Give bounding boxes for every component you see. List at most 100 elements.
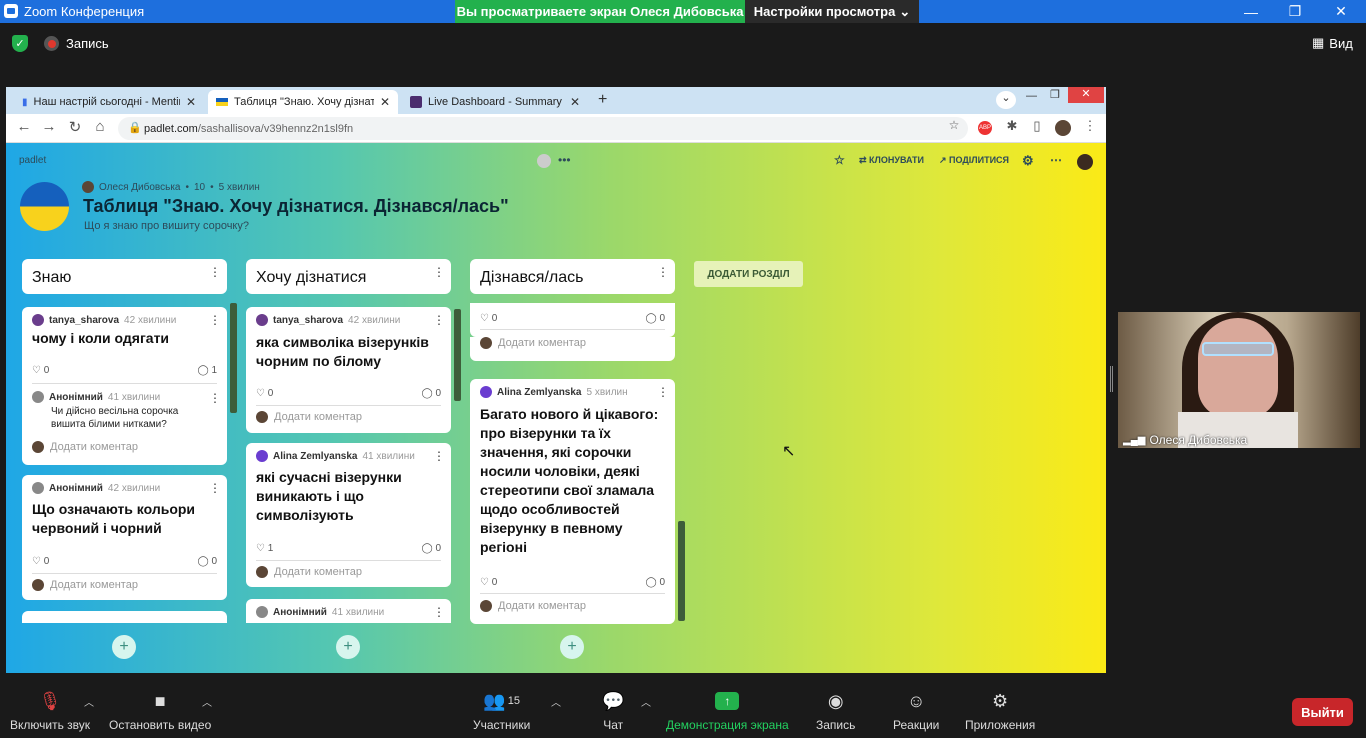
star-board-icon[interactable]: ☆ bbox=[834, 153, 845, 167]
add-comment-field[interactable]: Додати коментар bbox=[256, 566, 362, 578]
address-bar-row: ← → ↻ ⌂ 🔒 padlet.com/sashallisova/v39hen… bbox=[6, 114, 1106, 143]
share-screen-button[interactable]: ↑ Демонстрация экрана bbox=[666, 690, 789, 732]
like-button[interactable]: ♡ 0 bbox=[32, 556, 49, 567]
post-card[interactable]: tanya_sharova 42 хвилини ⋮ яка символіка … bbox=[246, 307, 451, 433]
add-comment-field[interactable]: Додати коментар bbox=[32, 441, 138, 453]
user-avatar[interactable] bbox=[1077, 154, 1093, 170]
participants-button[interactable]: 👥 15 Участники bbox=[473, 690, 530, 733]
author-avatar bbox=[82, 181, 94, 193]
browser-menu-icon[interactable]: ⋮ bbox=[1080, 118, 1100, 134]
post-card-partial[interactable] bbox=[22, 611, 227, 623]
post-card[interactable]: Alina Zemlyanska 5 хвилин ⋮ Багато нового… bbox=[470, 379, 675, 624]
minimize-icon[interactable]: — bbox=[1026, 90, 1037, 102]
unmute-button[interactable]: 🎙 Включить звук bbox=[10, 690, 90, 733]
post-menu-icon[interactable]: ⋮ bbox=[433, 449, 445, 463]
add-comment-field[interactable]: Додати коментар bbox=[480, 600, 586, 612]
like-button[interactable]: ♡ 1 bbox=[256, 543, 273, 554]
post-card-footer[interactable]: Додати коментар bbox=[470, 337, 675, 361]
post-card-partial[interactable]: ♡ 0 ◯ 0 bbox=[470, 303, 675, 337]
chat-options-caret-icon[interactable]: ︿ bbox=[641, 694, 651, 709]
profile-avatar[interactable] bbox=[1055, 120, 1071, 136]
maximize-icon[interactable]: ❐ bbox=[1050, 88, 1060, 101]
add-comment-field[interactable]: Додати коментар bbox=[480, 337, 586, 349]
post-card[interactable]: Анонімний 42 хвилини ⋮ Що означають кольо… bbox=[22, 475, 227, 600]
column-header-want[interactable]: Хочу дізнатися ⋮ bbox=[246, 259, 451, 294]
post-card[interactable]: Alina Zemlyanska 41 хвилини ⋮ які сучасні… bbox=[246, 443, 451, 587]
column-scrollbar[interactable] bbox=[678, 521, 685, 621]
record-button[interactable]: ◉ Запись bbox=[816, 690, 855, 733]
tab-padlet[interactable]: Таблиця "Знаю. Хочу дізнатися ✕ bbox=[208, 90, 398, 114]
stop-video-button[interactable]: ■ Остановить видео bbox=[109, 690, 211, 733]
settings-gear-icon[interactable]: ⚙ bbox=[1022, 153, 1034, 169]
post-menu-icon[interactable]: ⋮ bbox=[209, 313, 221, 327]
view-button[interactable]: ▦ Вид bbox=[1312, 35, 1353, 51]
padlet-logo[interactable]: padlet bbox=[19, 155, 46, 166]
home-icon[interactable]: ⌂ bbox=[90, 118, 110, 135]
post-card[interactable]: tanya_sharova 42 хвилини ⋮ чому і коли од… bbox=[22, 307, 227, 465]
post-menu-icon[interactable]: ⋮ bbox=[433, 605, 445, 619]
post-card[interactable]: Анонімний 41 хвилини ⋮ bbox=[246, 599, 451, 623]
padlet-board: padlet ••• ☆ ⇄ КЛОНУВАТИ ↗ ПОДІЛИТИСЯ ⚙ … bbox=[6, 143, 1106, 673]
column-header-learned[interactable]: Дізнався/лась ⋮ bbox=[470, 259, 675, 294]
more-options-icon[interactable]: ⋯ bbox=[1050, 153, 1062, 167]
participants-options-caret-icon[interactable]: ︿ bbox=[551, 694, 561, 709]
panel-resize-handle[interactable] bbox=[1110, 366, 1113, 392]
like-button[interactable]: ♡ 0 bbox=[32, 365, 49, 376]
like-button[interactable]: ♡ 0 bbox=[480, 313, 497, 324]
close-tab-icon[interactable]: ✕ bbox=[186, 95, 196, 109]
post-stats: ♡ 0 ◯ 1 bbox=[32, 365, 217, 376]
adblock-icon[interactable]: ABP bbox=[978, 121, 992, 135]
reload-icon[interactable]: ↻ bbox=[65, 118, 85, 136]
share-board-button[interactable]: ↗ ПОДІЛИТИСЯ bbox=[939, 155, 1009, 166]
tab-search-icon[interactable]: ⌄ bbox=[996, 91, 1016, 109]
tab-mentimeter[interactable]: ▮ Наш настрій сьогодні - Mentime ✕ bbox=[14, 90, 204, 114]
column-menu-icon[interactable]: ⋮ bbox=[657, 265, 669, 279]
leave-button[interactable]: Выйти bbox=[1292, 698, 1353, 726]
close-button[interactable]: ✕ bbox=[1318, 0, 1364, 23]
add-comment-field[interactable]: Додати коментар bbox=[256, 411, 362, 423]
tab-live-dashboard[interactable]: Live Dashboard - Summary ✕ bbox=[402, 90, 588, 114]
video-options-caret-icon[interactable]: ︿ bbox=[202, 694, 212, 709]
post-menu-icon[interactable]: ⋮ bbox=[657, 385, 669, 399]
column-menu-icon[interactable]: ⋮ bbox=[433, 265, 445, 279]
participant-video-tile[interactable] bbox=[1118, 312, 1360, 448]
add-comment-field[interactable]: Додати коментар bbox=[32, 579, 138, 591]
view-options-button[interactable]: Настройки просмотра ⌄ bbox=[745, 0, 919, 23]
security-shield-icon[interactable]: ✓ bbox=[12, 35, 28, 52]
chat-button[interactable]: 💬 Чат bbox=[602, 690, 624, 733]
audio-options-caret-icon[interactable]: ︿ bbox=[84, 694, 94, 709]
record-icon[interactable] bbox=[44, 36, 59, 51]
record-label[interactable]: Запись bbox=[66, 36, 109, 51]
add-post-button[interactable]: + bbox=[112, 635, 136, 659]
column-header-know[interactable]: Знаю ⋮ bbox=[22, 259, 227, 294]
new-tab-icon[interactable]: + bbox=[598, 91, 607, 109]
add-post-button[interactable]: + bbox=[560, 635, 584, 659]
star-icon[interactable]: ☆ bbox=[944, 118, 964, 132]
sidebar-icon[interactable]: ▯ bbox=[1027, 118, 1047, 134]
board-likes: 10 bbox=[194, 181, 206, 193]
restore-button[interactable]: ❐ bbox=[1272, 0, 1318, 23]
smiley-plus-icon: ☺ bbox=[906, 690, 926, 711]
extensions-icon[interactable]: ✱ bbox=[1002, 118, 1022, 134]
forward-icon[interactable]: → bbox=[39, 118, 59, 135]
url-field[interactable]: 🔒 padlet.com/sashallisova/v39hennz2n1sl9… bbox=[118, 117, 968, 140]
signal-bars-icon: ▂▄▆ bbox=[1123, 434, 1146, 446]
reply-menu-icon[interactable]: ⋮ bbox=[209, 391, 221, 405]
browser-close-icon[interactable]: ✕ bbox=[1068, 87, 1104, 103]
reactions-label: Реакции bbox=[893, 718, 940, 732]
back-icon[interactable]: ← bbox=[14, 118, 34, 135]
grid-icon: ▦ bbox=[1312, 35, 1325, 50]
add-post-button[interactable]: + bbox=[336, 635, 360, 659]
close-tab-icon[interactable]: ✕ bbox=[380, 95, 390, 109]
apps-button[interactable]: ⚙ Приложения bbox=[965, 690, 1035, 733]
add-section-button[interactable]: ДОДАТИ РОЗДІЛ bbox=[694, 261, 803, 287]
clone-button[interactable]: ⇄ КЛОНУВАТИ bbox=[859, 155, 924, 166]
like-button[interactable]: ♡ 0 bbox=[480, 577, 497, 588]
like-button[interactable]: ♡ 0 bbox=[256, 388, 273, 399]
close-tab-icon[interactable]: ✕ bbox=[570, 95, 580, 109]
reactions-button[interactable]: ☺ Реакции bbox=[893, 690, 940, 733]
post-menu-icon[interactable]: ⋮ bbox=[209, 481, 221, 495]
column-menu-icon[interactable]: ⋮ bbox=[209, 265, 221, 279]
minimize-button[interactable]: — bbox=[1228, 0, 1274, 23]
post-menu-icon[interactable]: ⋮ bbox=[433, 313, 445, 327]
